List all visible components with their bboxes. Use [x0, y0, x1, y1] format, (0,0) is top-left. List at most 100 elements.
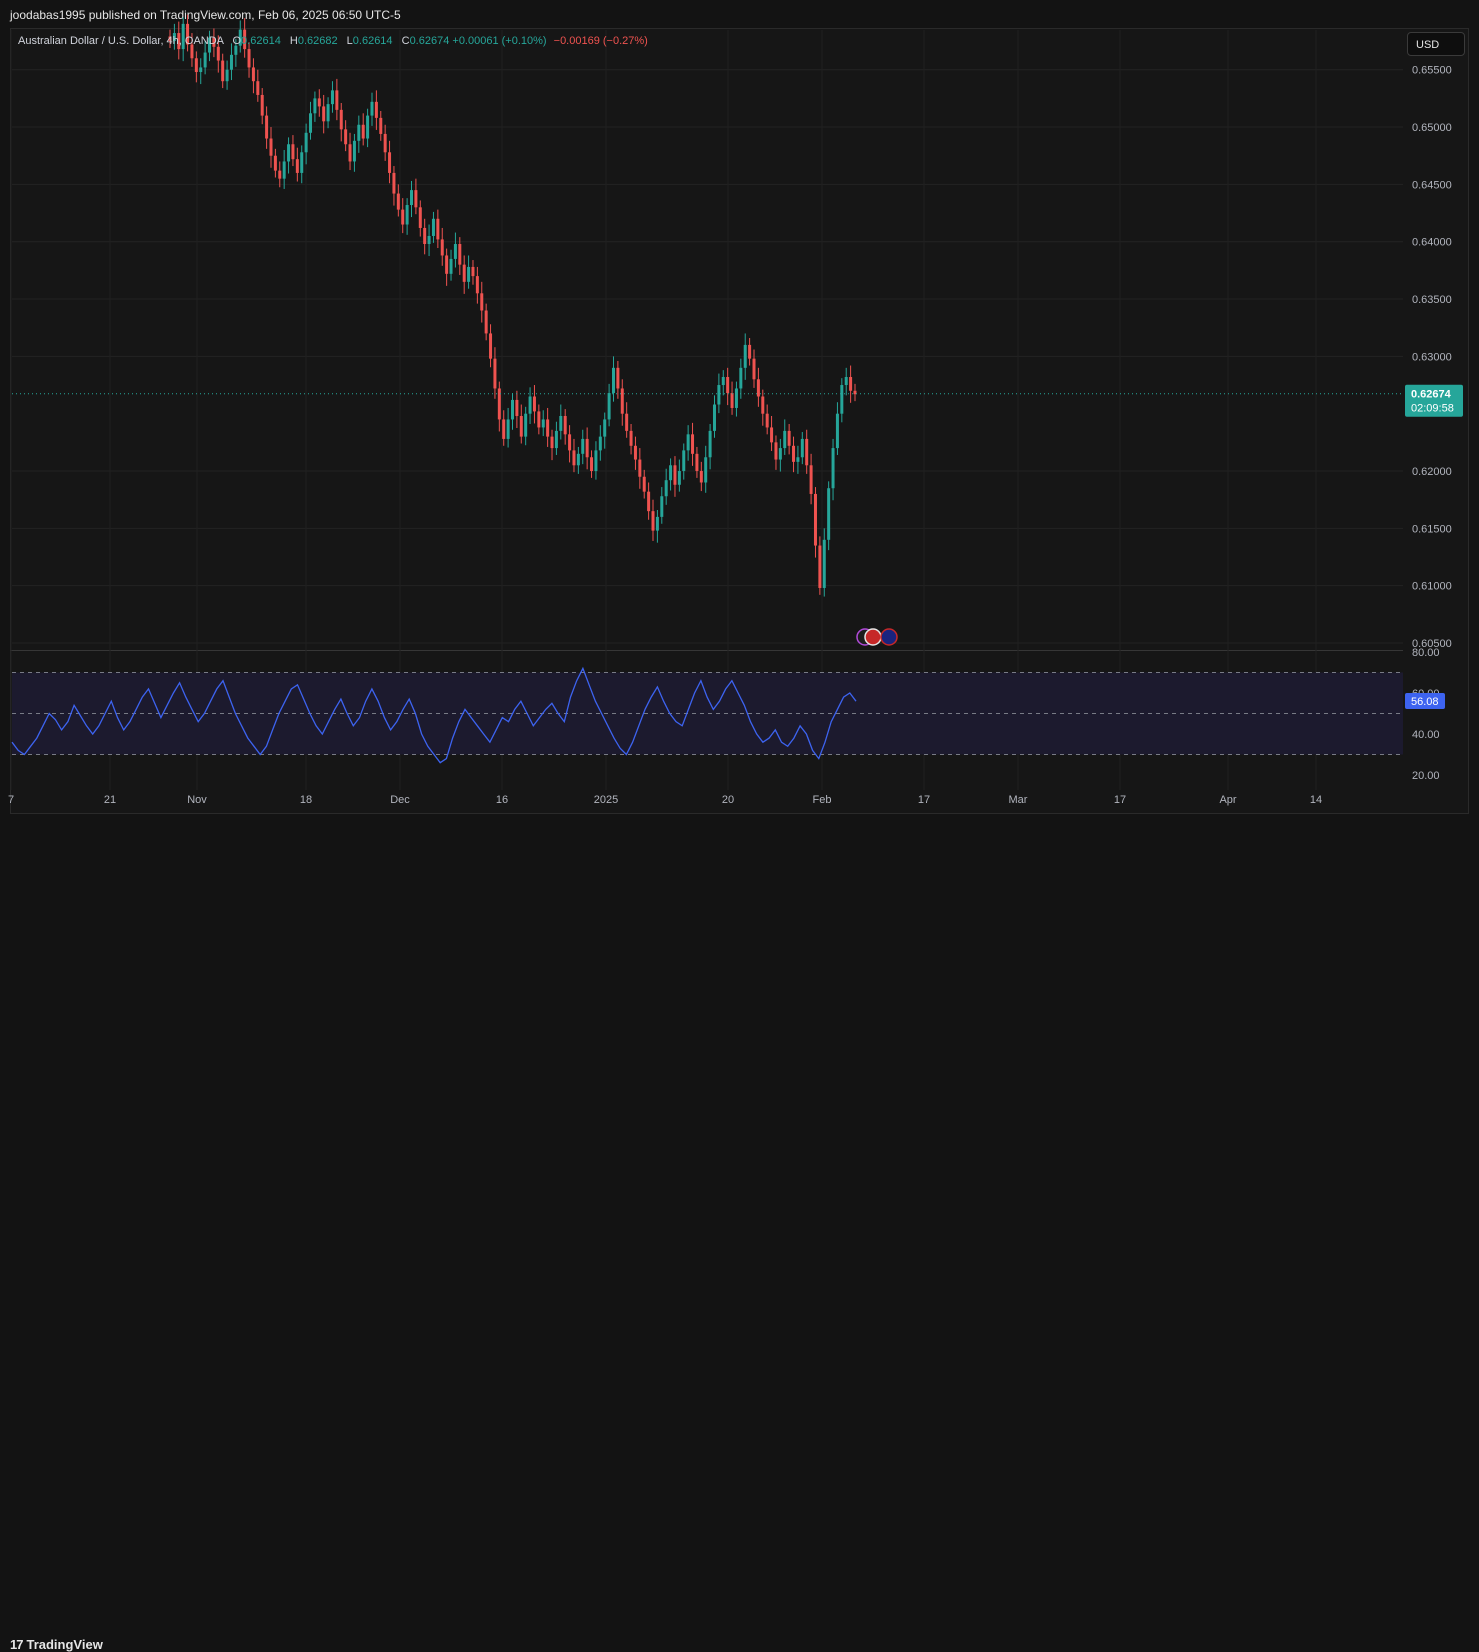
candle-body [778, 448, 782, 460]
candle-body [840, 385, 844, 414]
time-tick-label: 20 [722, 794, 734, 806]
candle-body [216, 46, 220, 61]
candle-body [726, 377, 730, 394]
candle-body [221, 60, 225, 82]
candle-body [541, 419, 545, 428]
price-tick-label: 0.61500 [1412, 523, 1452, 535]
candle-body [291, 144, 295, 160]
candle-body [748, 344, 752, 359]
tradingview-icon: 17 [10, 1637, 24, 1652]
candle-body [831, 448, 835, 489]
candle-body [721, 377, 725, 386]
candle-body [361, 124, 365, 139]
candle-body [849, 377, 853, 391]
candle-body [471, 266, 475, 277]
candle-body [194, 58, 198, 73]
candle-body [699, 471, 703, 483]
candle-body [256, 81, 260, 95]
candle-body [388, 152, 392, 173]
currency-button[interactable]: USD [1407, 32, 1465, 56]
candle-body [607, 393, 611, 420]
tradingview-logo[interactable]: 17 TradingView [10, 1637, 103, 1652]
candle-body [462, 264, 466, 282]
candle-body [563, 415, 567, 435]
candle-body [625, 413, 629, 431]
candle-body [265, 115, 269, 139]
candle-body [813, 493, 817, 546]
candle-body [638, 459, 642, 477]
candle-body [770, 427, 774, 443]
candle-body [827, 488, 831, 540]
open-label: O [232, 35, 242, 47]
candle-body [835, 413, 839, 449]
candle-body [260, 94, 264, 116]
candle-body [502, 419, 506, 439]
candle-body [633, 445, 637, 460]
candle-body [704, 457, 708, 483]
candle-body [497, 388, 501, 420]
candle-body [585, 438, 589, 458]
candle-body [532, 396, 536, 412]
candle-body [783, 430, 787, 449]
candle-body [449, 258, 453, 274]
candle-body [550, 436, 554, 449]
candle-body [229, 54, 233, 70]
candle-body [576, 453, 580, 466]
price-tick-label: 0.64000 [1412, 237, 1452, 249]
candle-body [309, 113, 313, 133]
time-tick-label: 18 [300, 794, 312, 806]
high-value: 0.62682 [297, 35, 338, 47]
candle-body [278, 170, 282, 179]
candle-body [519, 415, 523, 437]
candle-body [405, 205, 409, 225]
candle-body [339, 109, 343, 130]
au-flag-icon [880, 628, 898, 646]
candle-body [603, 419, 607, 437]
candle-body [370, 101, 374, 116]
candle-body [805, 438, 809, 466]
candle-body [392, 172, 396, 194]
candle-body [677, 471, 681, 485]
candle-body [484, 310, 488, 334]
price-tick-label: 0.63500 [1412, 294, 1452, 306]
candle-body [489, 333, 493, 359]
candle-body [822, 539, 826, 588]
close-value: 0.62674 [409, 35, 450, 47]
candle-body [396, 193, 400, 210]
candle-body [458, 244, 462, 265]
candle-body [273, 155, 277, 171]
candle-body [655, 516, 659, 531]
candle-body [414, 190, 418, 208]
candle-body [761, 396, 765, 414]
chart-svg[interactable]: 0.65500 0.65000 0.64500 0.64000 0.63500 0.630… [0, 0, 1479, 849]
candle-body [774, 442, 778, 460]
symbol-legend: Australian Dollar / U.S. Dollar, 4h, OAN… [18, 35, 648, 47]
candle-body [304, 132, 308, 153]
candle-body [247, 49, 251, 68]
candle-body [379, 117, 383, 134]
candle-body [620, 388, 624, 414]
time-tick-label: Feb [813, 794, 832, 806]
candle-body [366, 115, 370, 139]
candle-body [682, 450, 686, 472]
candle-body [616, 367, 620, 389]
candle-body [572, 450, 576, 466]
candle-body [651, 511, 655, 531]
candle-body [664, 480, 668, 497]
candle-body [796, 457, 800, 462]
candle-body [440, 239, 444, 256]
candle-body [792, 445, 796, 462]
candle-body [330, 90, 334, 105]
rsi-tag-value: 56.08 [1411, 696, 1439, 708]
candle-body [234, 45, 238, 55]
low-value: 0.62614 [352, 35, 393, 47]
time-tick-label: 7 [8, 794, 14, 806]
candle-body [515, 399, 519, 416]
candle-body [787, 430, 791, 446]
candle-body [844, 377, 848, 386]
time-tick-label: Apr [1219, 794, 1236, 806]
candle-body [436, 218, 440, 240]
price-tag-countdown: 02:09:58 [1411, 403, 1454, 415]
candle-body [647, 491, 651, 512]
candle-body [348, 144, 352, 162]
